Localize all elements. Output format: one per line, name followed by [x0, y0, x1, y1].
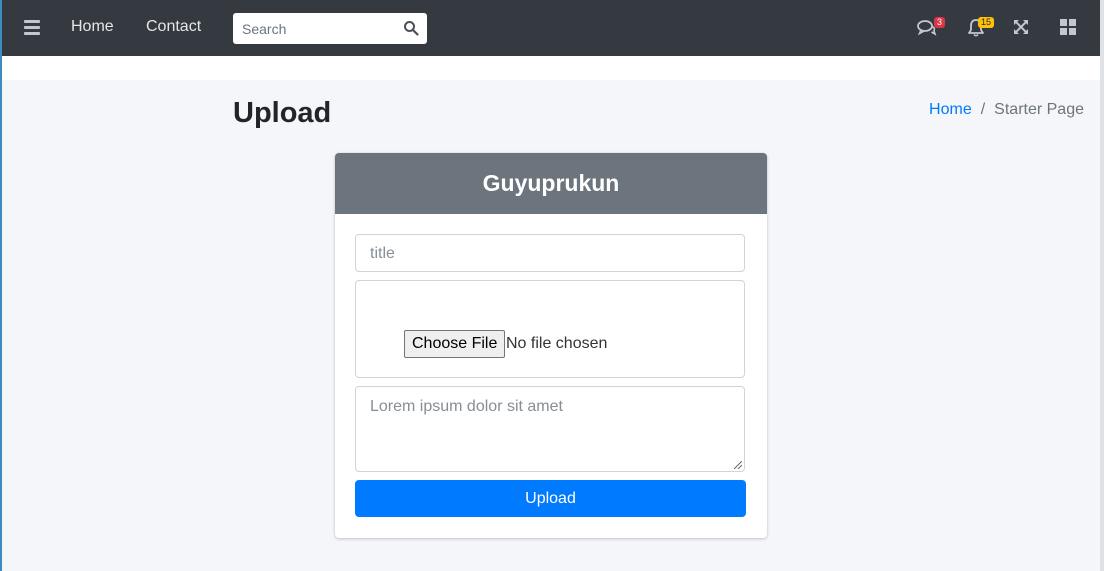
- fullscreen-button[interactable]: [1012, 18, 1034, 40]
- card-title: Guyuprukun: [335, 153, 767, 214]
- search-input[interactable]: [240, 19, 399, 38]
- title-input[interactable]: [368, 235, 732, 273]
- resize-grip-icon[interactable]: [734, 461, 742, 469]
- content-header-strip: [0, 56, 1104, 80]
- title-field-wrapper: [355, 234, 745, 273]
- nav-link-home[interactable]: Home: [71, 18, 114, 36]
- scrollbar-track[interactable]: [1100, 0, 1104, 571]
- description-field-wrapper: [355, 386, 745, 472]
- top-navbar: Home Contact 3 15: [0, 0, 1104, 56]
- nav-link-contact[interactable]: Contact: [146, 18, 201, 36]
- file-field-wrapper: Choose File No file chosen: [355, 280, 745, 378]
- messages-badge: 3: [934, 17, 946, 28]
- page-title: Upload: [233, 97, 332, 129]
- breadcrumb-separator: /: [980, 101, 986, 118]
- notifications-button[interactable]: 15: [966, 17, 995, 40]
- messages-button[interactable]: 3: [917, 17, 946, 40]
- breadcrumb: Home / Starter Page: [929, 101, 1084, 119]
- upload-button[interactable]: Upload: [355, 480, 746, 517]
- navbar-search: [233, 13, 427, 44]
- menu-icon[interactable]: [22, 18, 42, 38]
- notifications-badge: 15: [978, 17, 995, 28]
- breadcrumb-home[interactable]: Home: [929, 101, 972, 119]
- choose-file-button[interactable]: Choose File: [404, 330, 506, 358]
- expand-icon: [1014, 20, 1028, 34]
- breadcrumb-current: Starter Page: [994, 101, 1084, 118]
- control-sidebar-button[interactable]: [1059, 18, 1081, 40]
- grid-icon: [1060, 19, 1076, 35]
- file-status: No file chosen: [506, 335, 608, 352]
- description-textarea[interactable]: [368, 396, 742, 470]
- search-icon[interactable]: [403, 20, 419, 36]
- upload-card: Guyuprukun Choose File No file chosen Up…: [335, 153, 767, 538]
- window-left-edge: [0, 0, 2, 571]
